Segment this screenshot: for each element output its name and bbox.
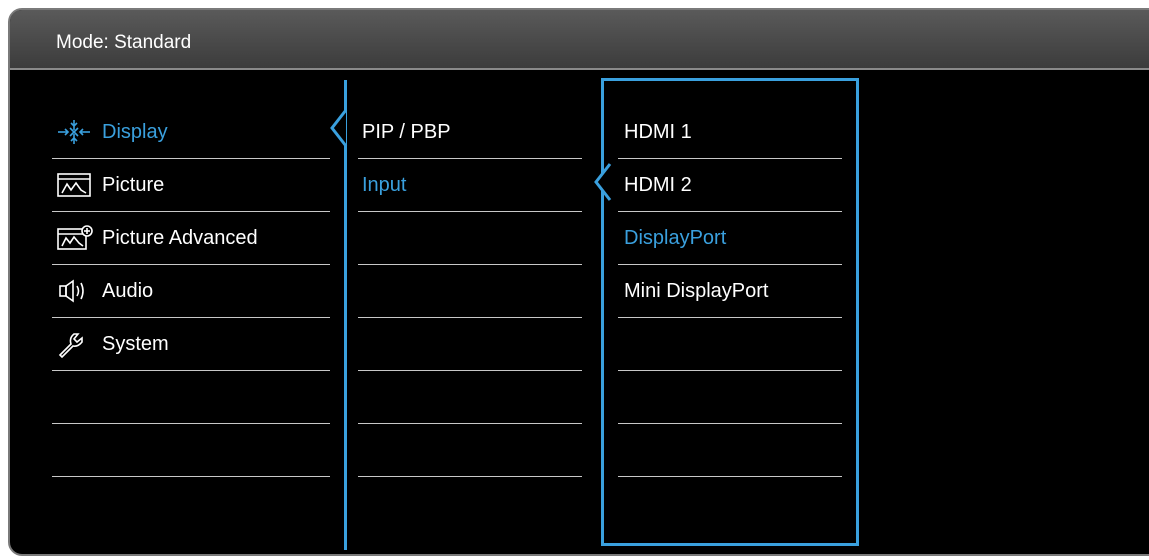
chevron-left-icon — [594, 163, 612, 201]
menu-item-picture-advanced[interactable]: Picture Advanced — [52, 212, 330, 265]
option-label: Mini DisplayPort — [624, 280, 769, 302]
submenu-item-empty — [358, 212, 582, 265]
submenu-item-empty — [358, 265, 582, 318]
menu-item-label: Picture Advanced — [102, 227, 258, 249]
menu-item-label: Display — [102, 121, 168, 143]
option-label: HDMI 1 — [624, 121, 692, 143]
menu-item-empty — [52, 424, 330, 477]
option-hdmi-1[interactable]: HDMI 1 — [618, 106, 842, 159]
menu-item-label: Picture — [102, 174, 165, 196]
option-empty — [618, 424, 842, 477]
chevron-left-icon — [330, 109, 348, 147]
submenu-item-label: Input — [362, 174, 407, 196]
menu-item-audio[interactable]: Audio — [52, 265, 330, 318]
mode-label: Mode: Standard — [56, 32, 192, 53]
option-empty — [618, 318, 842, 371]
submenu-item-input[interactable]: Input — [358, 159, 582, 212]
wrench-icon — [58, 333, 83, 358]
audio-icon — [59, 279, 84, 303]
option-label: DisplayPort — [624, 227, 727, 249]
option-displayport[interactable]: DisplayPort — [618, 212, 842, 265]
menu-item-system[interactable]: System — [52, 318, 330, 371]
option-hdmi-2[interactable]: HDMI 2 — [618, 159, 842, 212]
submenu-item-empty — [358, 371, 582, 424]
picture-advanced-icon — [57, 225, 93, 250]
option-mini-displayport[interactable]: Mini DisplayPort — [618, 265, 842, 318]
picture-icon — [57, 173, 91, 197]
submenu-item-label: PIP / PBP — [362, 121, 451, 143]
menu-item-label: Audio — [102, 280, 154, 302]
submenu-item-empty — [358, 424, 582, 477]
display-icon — [58, 120, 90, 144]
menu-item-picture[interactable]: Picture — [52, 159, 330, 212]
menu-item-display[interactable]: Display — [52, 106, 330, 159]
submenu-item-pip-pbp[interactable]: PIP / PBP — [358, 106, 582, 159]
option-empty — [618, 371, 842, 424]
menu-item-label: System — [102, 333, 169, 355]
submenu-item-empty — [358, 318, 582, 371]
osd-menu: Mode: Standard Display Picture Picture A… — [8, 8, 1149, 556]
menu-item-empty — [52, 371, 330, 424]
osd-header: Mode: Standard — [10, 10, 1149, 70]
submenu-divider — [344, 80, 347, 550]
option-label: HDMI 2 — [624, 174, 692, 196]
